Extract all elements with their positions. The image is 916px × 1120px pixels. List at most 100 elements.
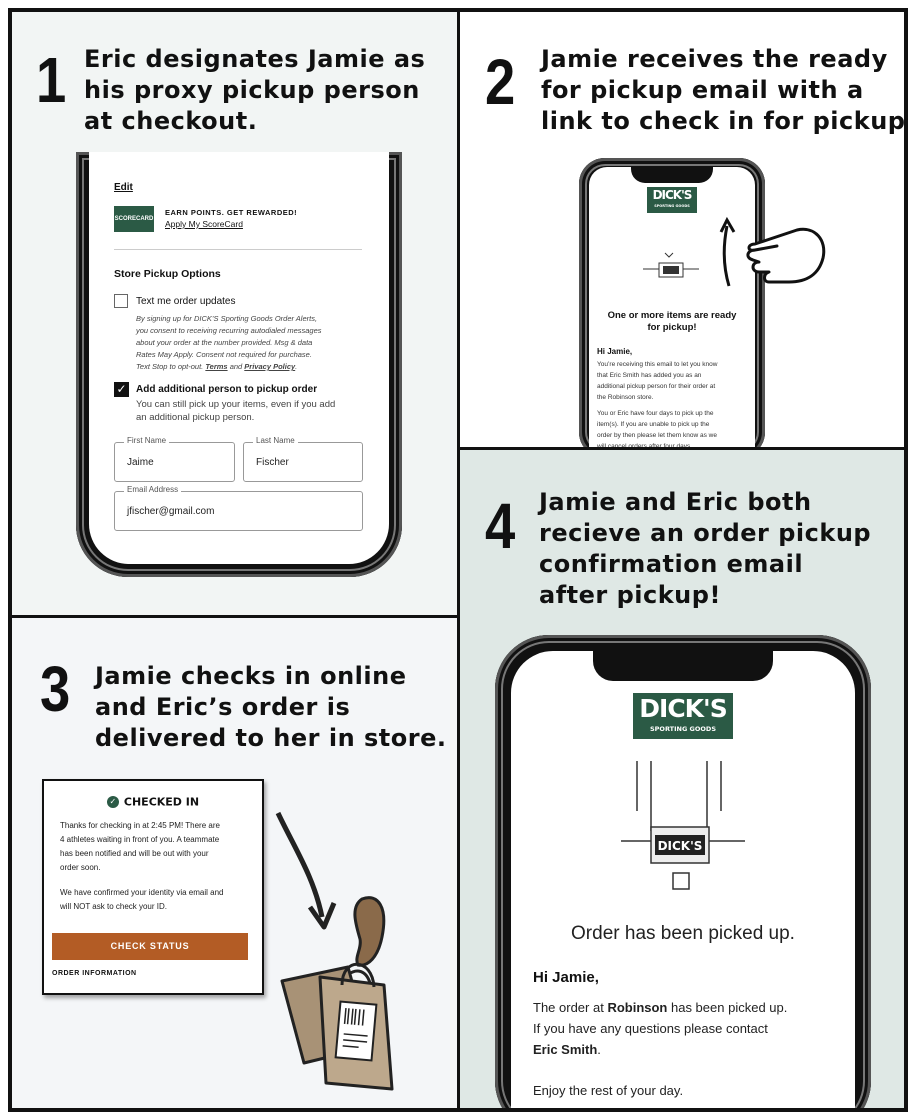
step-line: and Eric’s order is bbox=[95, 693, 351, 721]
add-person-checkbox[interactable]: ✓ bbox=[114, 382, 129, 397]
disclaimer-line: Rates May Apply. Consent not required fo… bbox=[136, 350, 312, 359]
body-text: has been picked up. bbox=[667, 1000, 788, 1015]
ready-paragraph-1: You’re receiving this email to let you k… bbox=[597, 359, 717, 403]
step-line: confirmation email bbox=[539, 550, 804, 578]
last-name-field[interactable]: Last Name Fischer bbox=[243, 436, 363, 482]
disclaimer-line: you consent to receiving recurring autod… bbox=[136, 326, 322, 335]
earn-points-label: EARN POINTS. GET REWARDED! bbox=[165, 208, 298, 217]
logo-wordmark: DICK'S bbox=[652, 188, 693, 202]
first-name-field[interactable]: First Name Jaime bbox=[114, 436, 235, 482]
picked-up-headline: Order has been picked up. bbox=[571, 923, 795, 944]
disclaimer-line: Text Stop to opt-out. bbox=[136, 362, 204, 371]
last-name-label: Last Name bbox=[253, 436, 298, 445]
paragraph-line: has been notified and will be out with y… bbox=[60, 849, 209, 858]
add-person-subtext: You can still pick up your items, even i… bbox=[136, 398, 335, 424]
disclaimer-line: about your order at the number provided.… bbox=[136, 338, 313, 347]
phone-notch bbox=[593, 651, 773, 681]
scorecard-badge: SCORECARD bbox=[114, 206, 154, 232]
body-line: If you have any questions please contact bbox=[533, 1021, 768, 1036]
divider bbox=[457, 12, 460, 1108]
email-label: Email Address bbox=[124, 485, 182, 494]
paragraph-line: Thanks for checking in at 2:45 PM! There… bbox=[60, 821, 220, 830]
check-status-button[interactable]: CHECK STATUS bbox=[52, 933, 248, 960]
phone-picked-up-email: DICK'S SPORTING GOODS DICK'S Order has b… bbox=[495, 635, 871, 1108]
logo-subtitle: SPORTING GOODS bbox=[654, 204, 690, 208]
disclaimer-line: By signing up for DICK’S Sporting Goods … bbox=[136, 314, 318, 323]
step-line: Jamie checks in online bbox=[95, 662, 407, 690]
paragraph-line: You’re receiving this email to let you k… bbox=[597, 361, 718, 368]
picked-up-body: The order at Robinson has been picked up… bbox=[533, 997, 787, 1101]
divider bbox=[12, 615, 459, 618]
ready-paragraph-2: You or Eric have four days to pick up th… bbox=[597, 408, 717, 449]
headline-line: for pickup! bbox=[647, 322, 697, 333]
terms-link[interactable]: Terms bbox=[205, 362, 227, 371]
step-number: 1 bbox=[36, 44, 67, 116]
step-line: Jamie receives the ready bbox=[541, 45, 888, 73]
paragraph-line: will NOT ask to check your ID. bbox=[60, 902, 167, 911]
text-updates-checkbox[interactable] bbox=[114, 294, 128, 308]
picked-up-greeting: Hi Jamie, bbox=[533, 969, 599, 986]
checkout-screen: Edit SCORECARD EARN POINTS. GET REWARDED… bbox=[89, 152, 389, 564]
store-name: Robinson bbox=[607, 1000, 668, 1015]
dicks-logo: DICK'S SPORTING GOODS bbox=[647, 187, 697, 213]
ready-headline: One or more items are ready for pickup! bbox=[589, 310, 755, 334]
first-name-label: First Name bbox=[124, 436, 170, 445]
privacy-link[interactable]: Privacy Policy bbox=[244, 362, 295, 371]
step-line: Jamie and Eric both bbox=[539, 488, 812, 516]
body-text: The order at bbox=[533, 1000, 608, 1015]
step-number: 4 bbox=[485, 490, 516, 562]
text-updates-label: Text me order updates bbox=[136, 296, 236, 307]
body-line: Enjoy the rest of your day. bbox=[533, 1083, 684, 1098]
step-description: Jamie receives the ready for pickup emai… bbox=[541, 44, 904, 137]
store-pickup-icon bbox=[643, 252, 699, 278]
paragraph-line: order soon. bbox=[60, 863, 101, 872]
paragraph-line: 4 athletes waiting in front of you. A te… bbox=[60, 835, 220, 844]
email-value: jfischer@gmail.com bbox=[127, 506, 215, 517]
apply-scorecard-link[interactable]: Apply My ScoreCard bbox=[165, 219, 243, 229]
store-pickup-heading: Store Pickup Options bbox=[114, 268, 221, 280]
body-line: The order at Robinson has been picked up… bbox=[533, 997, 787, 1018]
phone-notch bbox=[631, 167, 713, 183]
step-line: after pickup! bbox=[539, 581, 721, 609]
edit-link[interactable]: Edit bbox=[114, 182, 133, 193]
shopping-bags-illustration bbox=[275, 811, 394, 1091]
subtext-line: You can still pick up your items, even i… bbox=[136, 399, 336, 410]
step-3-panel: 3 Jamie checks in online and Eric’s orde… bbox=[12, 617, 459, 1108]
divider bbox=[114, 249, 362, 250]
order-information-label[interactable]: ORDER INFORMATION bbox=[52, 970, 137, 977]
body-line: Eric Smith. bbox=[533, 1039, 787, 1060]
checked-in-paragraph-2: We have confirmed your identity via emai… bbox=[60, 886, 224, 914]
step-line: Eric designates Jamie as bbox=[84, 45, 426, 73]
step-line: delivered to her in store. bbox=[95, 724, 447, 752]
check-circle-icon: ✓ bbox=[106, 796, 119, 808]
step-2-panel: 2 Jamie receives the ready for pickup em… bbox=[459, 12, 904, 449]
paragraph-line: We have confirmed your identity via emai… bbox=[60, 888, 224, 897]
checked-in-title-row: ✓ CHECKED IN bbox=[44, 795, 262, 809]
paragraph-line: You or Eric have four days to pick up th… bbox=[597, 410, 714, 417]
logo-subtitle: SPORTING GOODS bbox=[649, 725, 717, 733]
checked-in-paragraph-1: Thanks for checking in at 2:45 PM! There… bbox=[60, 819, 220, 875]
add-person-label: Add additional person to pickup order bbox=[136, 384, 318, 395]
step-line: link to check in for pickup. bbox=[541, 107, 904, 135]
first-name-value: Jaime bbox=[127, 457, 154, 468]
phone-checkout: Edit SCORECARD EARN POINTS. GET REWARDED… bbox=[76, 152, 402, 577]
divider bbox=[459, 447, 904, 450]
step-number: 3 bbox=[40, 653, 71, 725]
step-4-panel: 4 Jamie and Eric both recieve an order p… bbox=[459, 449, 904, 1108]
email-field[interactable]: Email Address jfischer@gmail.com bbox=[114, 485, 363, 531]
step-description: Eric designates Jamie as his proxy picku… bbox=[84, 44, 425, 137]
paragraph-line: that Eric Smith has added you as an bbox=[597, 372, 702, 379]
paragraph-line: item(s). If you are unable to pick up th… bbox=[597, 421, 710, 428]
tap-hand-icon bbox=[719, 216, 826, 287]
checked-in-card: ✓ CHECKED IN Thanks for checking in at 2:… bbox=[42, 779, 264, 995]
headline-line: One or more items are ready bbox=[607, 310, 737, 321]
logo-wordmark: DICK'S bbox=[639, 694, 727, 723]
contact-name: Eric Smith bbox=[533, 1042, 598, 1057]
paragraph-line: order by then please let them know as we bbox=[597, 432, 717, 439]
svg-text:DICK'S: DICK'S bbox=[658, 839, 703, 853]
last-name-value: Fischer bbox=[256, 457, 289, 468]
dicks-logo: DICK'S SPORTING GOODS bbox=[633, 693, 733, 739]
ready-greeting: Hi Jamie, bbox=[597, 347, 633, 356]
store-pickup-icon: DICK'S bbox=[621, 761, 745, 890]
step-line: at checkout. bbox=[84, 107, 258, 135]
